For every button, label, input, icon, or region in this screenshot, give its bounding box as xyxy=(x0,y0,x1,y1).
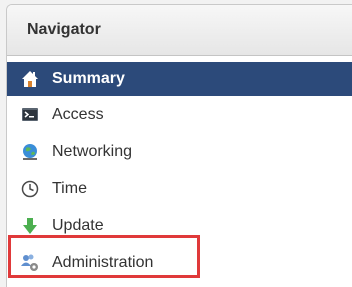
terminal-icon xyxy=(20,105,40,125)
nav-item-summary[interactable]: Summary xyxy=(7,62,352,96)
nav-item-label: Update xyxy=(52,216,104,234)
nav-item-label: Access xyxy=(52,105,104,123)
nav-item-label: Time xyxy=(52,179,87,197)
home-icon xyxy=(20,69,40,89)
download-arrow-icon xyxy=(20,216,40,236)
clock-icon xyxy=(20,179,40,199)
navigator-header: Navigator xyxy=(7,5,352,56)
nav-item-networking[interactable]: Networking xyxy=(7,133,352,170)
network-globe-icon xyxy=(20,142,40,162)
nav-item-time[interactable]: Time xyxy=(7,170,352,207)
nav-item-label: Summary xyxy=(52,70,125,87)
administration-highlight-box xyxy=(8,235,200,278)
nav-item-label: Networking xyxy=(52,142,133,160)
nav-item-access[interactable]: Access xyxy=(7,96,352,133)
